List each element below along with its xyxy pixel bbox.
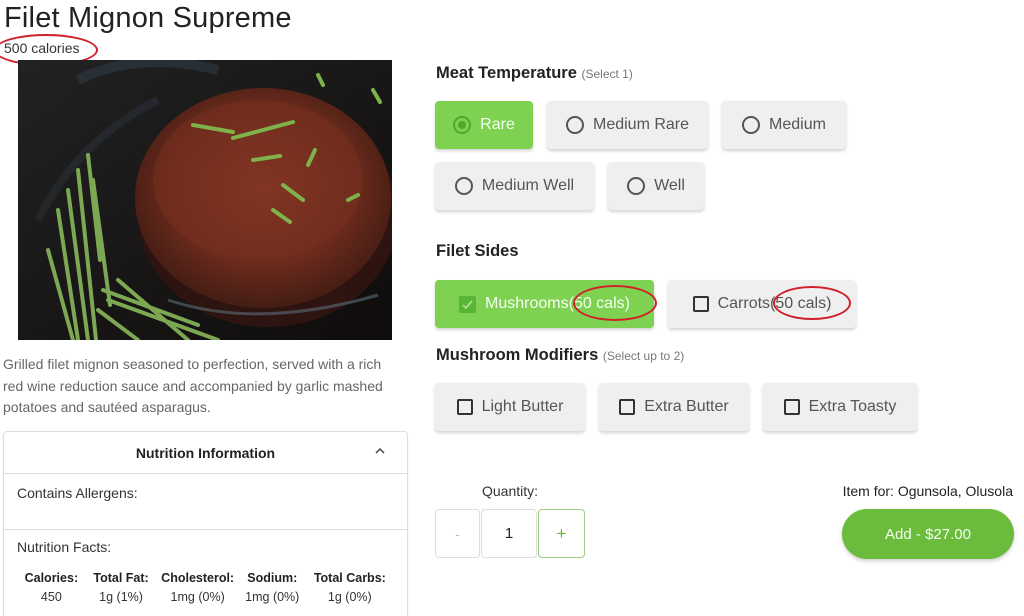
option-label: Light Butter	[481, 398, 564, 415]
quantity-increment-button[interactable]: +	[538, 509, 585, 558]
option-label: Medium Well	[481, 177, 575, 194]
fact-sodium: Sodium: 1mg (0%)	[239, 571, 306, 604]
option-label: Carrots(50 cals)	[717, 295, 832, 312]
nutrition-info-toggle[interactable]: Nutrition Information	[4, 432, 407, 474]
item-title: Filet Mignon Supreme	[4, 2, 292, 34]
nutrition-facts-section: Nutrition Facts: Calories: 450 Total Fat…	[4, 530, 407, 613]
quantity-decrement-button[interactable]: -	[435, 509, 480, 558]
allergens-label: Contains Allergens:	[17, 485, 138, 501]
fact-value: 1mg (0%)	[170, 590, 225, 604]
add-to-order-button[interactable]: Add - $27.00	[842, 509, 1014, 559]
fact-total-fat: Total Fat: 1g (1%)	[86, 571, 157, 604]
mushroom-modifiers-heading: Mushroom Modifiers (Select up to 2)	[436, 346, 684, 365]
option-light-butter[interactable]: Light Butter	[435, 383, 585, 431]
checkbox-unchecked-icon	[783, 399, 800, 415]
fact-label: Total Fat:	[93, 571, 149, 585]
nutrition-info-title: Nutrition Information	[135, 444, 276, 461]
nutrition-info-panel: Nutrition Information Contains Allergens…	[3, 431, 408, 616]
allergens-section: Contains Allergens:	[4, 474, 407, 530]
fact-value: 1mg (0%)	[245, 590, 300, 604]
nutrition-facts-label: Nutrition Facts:	[17, 539, 112, 555]
checkbox-unchecked-icon	[619, 399, 636, 415]
radio-unselected-icon	[627, 177, 646, 195]
fact-total-carbs: Total Carbs: 1g (0%)	[306, 571, 394, 604]
fact-label: Cholesterol:	[161, 571, 235, 585]
steak-photo	[18, 60, 392, 340]
option-rare[interactable]: Rare	[435, 101, 533, 149]
item-description: Grilled filet mignon seasoned to perfect…	[3, 356, 383, 415]
fact-label: Total Carbs:	[313, 571, 386, 585]
radio-unselected-icon	[454, 177, 473, 195]
option-calories: (50 cals)	[568, 295, 630, 312]
option-calories: (50 cals)	[770, 295, 832, 312]
section-title-text: Mushroom Modifiers	[436, 346, 599, 364]
radio-unselected-icon	[565, 116, 584, 134]
chevron-up-icon	[375, 447, 385, 454]
nutrition-facts-grid: Calories: 450 Total Fat: 1g (1%) Cholest…	[17, 571, 394, 604]
section-hint: (Select up to 2)	[602, 349, 685, 363]
section-title-text: Meat Temperature	[436, 64, 577, 82]
option-well[interactable]: Well	[608, 162, 704, 210]
item-calories: 500 calories	[4, 40, 80, 56]
fact-value: 450	[40, 590, 62, 604]
option-medium[interactable]: Medium	[722, 101, 846, 149]
food-image	[18, 60, 392, 340]
option-label: Mushrooms(50 cals)	[485, 295, 630, 312]
option-medium-well[interactable]: Medium Well	[435, 162, 594, 210]
option-label: Medium	[769, 116, 826, 133]
fact-cholesterol: Cholesterol: 1mg (0%)	[156, 571, 238, 604]
option-extra-butter[interactable]: Extra Butter	[599, 383, 749, 431]
checkbox-unchecked-icon	[692, 296, 709, 312]
quantity-label: Quantity:	[482, 483, 539, 499]
option-label: Rare	[480, 116, 515, 133]
fact-value: 1g (1%)	[99, 590, 143, 604]
radio-selected-icon	[453, 116, 472, 134]
option-label: Extra Toasty	[808, 398, 897, 415]
section-hint: (Select 1)	[581, 67, 633, 81]
fact-value: 1g (0%)	[327, 590, 372, 604]
checkbox-checked-icon	[459, 295, 477, 313]
fact-calories: Calories: 450	[17, 571, 86, 604]
quantity-input[interactable]: 1	[481, 509, 537, 558]
option-medium-rare[interactable]: Medium Rare	[547, 101, 708, 149]
option-label: Medium Rare	[592, 116, 690, 133]
item-for-label: Item for: Ogunsola, Olusola	[842, 483, 1013, 499]
radio-unselected-icon	[742, 116, 761, 134]
option-carrots[interactable]: Carrots(50 cals)	[668, 280, 856, 328]
option-label: Well	[654, 177, 685, 194]
fact-label: Calories:	[24, 571, 79, 585]
checkbox-unchecked-icon	[456, 399, 473, 415]
meat-temperature-heading: Meat Temperature (Select 1)	[436, 64, 633, 83]
option-mushrooms[interactable]: Mushrooms(50 cals)	[435, 280, 654, 328]
option-extra-toasty[interactable]: Extra Toasty	[763, 383, 917, 431]
filet-sides-heading: Filet Sides	[436, 242, 519, 261]
fact-label: Sodium:	[247, 571, 298, 585]
option-label: Extra Butter	[644, 398, 729, 415]
section-title-text: Filet Sides	[436, 242, 519, 260]
